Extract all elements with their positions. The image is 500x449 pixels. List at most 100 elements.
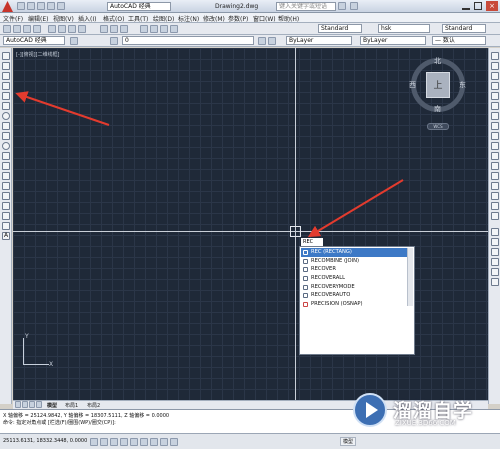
line-icon[interactable] [2, 52, 10, 60]
cut-icon[interactable] [48, 25, 56, 33]
save-tb-icon[interactable] [23, 25, 31, 33]
object-snap-icon[interactable] [130, 438, 138, 446]
tab-nav-last-icon[interactable] [36, 401, 42, 408]
open-icon[interactable] [13, 25, 21, 33]
break-icon[interactable] [491, 172, 499, 180]
menu-modify[interactable]: 修改(M) [203, 14, 225, 23]
design-center-icon[interactable] [150, 25, 158, 33]
tab-nav-prev-icon[interactable] [22, 401, 28, 408]
menu-insert[interactable]: 插入(I) [78, 14, 96, 23]
layer-manager-icon[interactable] [110, 37, 118, 45]
menu-dimension[interactable]: 标注(N) [178, 14, 199, 23]
app-logo-icon[interactable] [2, 1, 13, 12]
ellipse-icon[interactable] [2, 142, 10, 150]
match-properties-icon[interactable] [78, 25, 86, 33]
tab-model[interactable]: 模型 [47, 402, 57, 409]
tool-palettes-icon[interactable] [160, 25, 168, 33]
snap-mode-icon[interactable] [90, 438, 98, 446]
cursor-coordinates[interactable]: 25113.6131, 18332.3448, 0.0000 [3, 438, 87, 444]
tab-layout2[interactable]: 布局2 [87, 402, 100, 409]
copy-object-icon[interactable] [491, 62, 499, 70]
workspace-switcher[interactable]: AutoCAD 经典 [107, 2, 171, 11]
save-icon[interactable] [37, 2, 45, 10]
search-input[interactable]: 键入关键字或短语 [276, 2, 336, 11]
zoom-icon[interactable] [110, 25, 118, 33]
lineweight-combo[interactable]: — 数认 [432, 36, 486, 45]
hatch-icon[interactable] [2, 192, 10, 200]
polyline-icon[interactable] [2, 72, 10, 80]
lineweight-icon[interactable] [170, 438, 178, 446]
dynamic-ucs-icon[interactable] [150, 438, 158, 446]
undo-icon[interactable] [47, 2, 55, 10]
offset-icon[interactable] [491, 82, 499, 90]
gradient-icon[interactable] [2, 202, 10, 210]
zoom-previous-icon[interactable] [120, 25, 128, 33]
properties-icon[interactable] [140, 25, 148, 33]
menu-tools[interactable]: 工具(T) [128, 14, 148, 23]
maximize-button[interactable] [474, 2, 482, 10]
dimension-angular-icon[interactable] [491, 268, 499, 276]
table-style-combo[interactable]: Standard [442, 24, 486, 33]
copy-icon[interactable] [58, 25, 66, 33]
new-file-icon[interactable] [17, 2, 25, 10]
ortho-mode-icon[interactable] [110, 438, 118, 446]
menu-parameter[interactable]: 参数(P) [228, 14, 248, 23]
mirror-icon[interactable] [491, 72, 499, 80]
tab-nav-next-icon[interactable] [29, 401, 35, 408]
ellipse-arc-icon[interactable] [2, 152, 10, 160]
region-icon[interactable] [2, 212, 10, 220]
make-block-icon[interactable] [2, 172, 10, 180]
table-icon[interactable] [2, 222, 10, 230]
print-icon[interactable] [33, 25, 41, 33]
linetype-combo[interactable]: ByLayer [360, 36, 426, 45]
layer-combo[interactable]: 0 [122, 36, 254, 45]
close-button[interactable]: × [486, 1, 498, 11]
menu-draw[interactable]: 绘图(D) [153, 14, 174, 23]
make-current-layer-icon[interactable] [258, 37, 266, 45]
dimension-aligned-icon[interactable] [491, 248, 499, 256]
move-icon[interactable] [491, 102, 499, 110]
tab-nav-first-icon[interactable] [15, 401, 21, 408]
polar-tracking-icon[interactable] [120, 438, 128, 446]
help-icon[interactable] [350, 2, 358, 10]
menu-view[interactable]: 视图(V) [53, 14, 74, 23]
erase-icon[interactable] [491, 52, 499, 60]
open-file-icon[interactable] [27, 2, 35, 10]
scale-icon[interactable] [491, 122, 499, 130]
drawing-canvas[interactable]: [-][俯视][二维线框] 上 北 南 西 东 WCS Y X REC REC … [13, 48, 488, 400]
layer-previous-icon[interactable] [268, 37, 276, 45]
point-icon[interactable] [2, 182, 10, 190]
workspace-combo[interactable]: AutoCAD 经典 [3, 36, 65, 45]
paste-icon[interactable] [68, 25, 76, 33]
search-icon[interactable] [338, 2, 346, 10]
arc-icon[interactable] [2, 102, 10, 110]
pan-icon[interactable] [100, 25, 108, 33]
grid-display-icon[interactable] [100, 438, 108, 446]
text-style-combo[interactable]: Standard [318, 24, 362, 33]
calculator-icon[interactable] [170, 25, 178, 33]
rotate-icon[interactable] [491, 112, 499, 120]
fillet-icon[interactable] [491, 202, 499, 210]
menu-window[interactable]: 窗口(W) [253, 14, 276, 23]
polygon-icon[interactable] [2, 82, 10, 90]
menu-format[interactable]: 格式(O) [103, 14, 124, 23]
trim-icon[interactable] [491, 142, 499, 150]
leader-icon[interactable] [491, 278, 499, 286]
model-space-toggle[interactable]: 模型 [340, 437, 357, 446]
workspace-settings-icon[interactable] [70, 37, 78, 45]
dimension-linear-icon[interactable] [491, 238, 499, 246]
minimize-button[interactable] [462, 3, 470, 10]
menu-help[interactable]: 帮助(H) [278, 14, 299, 23]
array-icon[interactable] [491, 92, 499, 100]
multiline-text-icon[interactable]: A [2, 232, 10, 240]
join-icon[interactable] [491, 182, 499, 190]
circle-icon[interactable] [2, 112, 10, 120]
osnap-icon[interactable] [491, 228, 499, 236]
redo-icon[interactable] [57, 2, 65, 10]
dynamic-input-icon[interactable] [160, 438, 168, 446]
menu-file[interactable]: 文件(F) [3, 14, 23, 23]
stretch-icon[interactable] [491, 132, 499, 140]
insert-block-icon[interactable] [2, 162, 10, 170]
color-combo[interactable]: ByLayer [286, 36, 352, 45]
explode-icon[interactable] [491, 212, 499, 220]
